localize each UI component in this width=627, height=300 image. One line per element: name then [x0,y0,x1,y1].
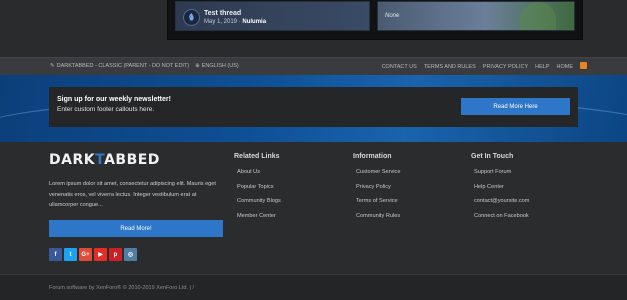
nav-link-help[interactable]: HELP [535,64,549,70]
avatar [183,9,200,26]
thread-meta: May 1, 2019 · Nulumia [204,19,266,25]
copyright-bar: Forum software by XenForo® © 2010-2019 X… [0,274,627,300]
nav-right: CONTACT US TERMS AND RULES PRIVACY POLIC… [382,62,587,70]
pinterest-icon[interactable]: p [109,248,122,261]
footer-link[interactable]: Community Rules [353,213,400,228]
nav-link-home[interactable]: HOME [557,64,574,70]
related-links-column: Related Links About Us Popular Topics Co… [234,153,281,227]
newsletter-title: Sign up for our weekly newsletter! [57,96,171,103]
showcase-area: Test thread May 1, 2019 · Nulumia None [0,0,627,57]
footer-link[interactable]: Help Center [471,184,529,199]
newsletter-box: Sign up for our weekly newsletter! Enter… [49,87,578,127]
footer-link[interactable]: Privacy Policy [353,184,400,199]
language-chooser[interactable]: ⊕ ENGLISH (US) [195,63,239,69]
column-title: Get In Touch [471,153,514,160]
site-logo[interactable]: DARKTABBED [49,152,160,168]
showcase-panel: Test thread May 1, 2019 · Nulumia None [167,0,583,40]
footer-link[interactable]: About Us [234,169,281,184]
thread-date: May 1, 2019 [204,19,238,25]
twitter-icon[interactable]: t [64,248,77,261]
footer-link[interactable]: Community Blogs [234,198,281,213]
footer-nav-bar: ✎ DARKTABBED - CLASSIC (PARENT - DO NOT … [0,57,627,75]
information-column: Information Customer Service Privacy Pol… [353,153,400,227]
nav-left: ✎ DARKTABBED - CLASSIC (PARENT - DO NOT … [50,63,239,69]
card-none-label: None [385,13,400,19]
flame-icon [188,13,194,21]
get-in-touch-column: Get In Touch Support Forum Help Center c… [471,153,529,227]
youtube-icon[interactable]: ▶ [94,248,107,261]
footer-link[interactable]: Support Forum [471,169,529,184]
globe-icon: ⊕ [195,63,200,69]
empty-card: None [377,1,575,31]
newsletter-banner: Sign up for our weekly newsletter! Enter… [0,75,627,142]
rss-icon[interactable] [580,62,587,69]
footer-link[interactable]: contact@yoursite.com [471,198,529,213]
nav-link-terms[interactable]: TERMS AND RULES [424,64,476,70]
nav-link-contact-us[interactable]: CONTACT US [382,64,417,70]
main-footer: DARKTABBED Lorem ipsum dolor sit amet, c… [0,142,627,274]
footer-link[interactable]: Connect on Facebook [471,213,529,228]
social-icons: f t G+ ▶ p ◎ [49,248,137,261]
paintbrush-icon: ✎ [50,63,55,69]
logo-text-dark: DARK [49,152,96,168]
facebook-icon[interactable]: f [49,248,62,261]
card-decoration [520,2,556,30]
newsletter-subtitle: Enter custom footer callouts here. [57,106,155,113]
logo-text-t: T [95,152,105,168]
logo-text-abbed: ABBED [104,152,160,168]
thread-title[interactable]: Test thread [204,10,241,17]
copyright-text: Forum software by XenForo® © 2010-2019 X… [49,285,194,291]
thread-card[interactable]: Test thread May 1, 2019 · Nulumia [175,1,370,31]
footer-link[interactable]: Member Center [234,213,281,228]
style-label: DARKTABBED - CLASSIC (PARENT - DO NOT ED… [56,63,190,69]
newsletter-button[interactable]: Read More Here [461,98,570,115]
about-text: Lorem ipsum dolor sit amet, consectetur … [49,181,216,208]
nav-link-privacy[interactable]: PRIVACY POLICY [483,64,528,70]
thread-author[interactable]: Nulumia [242,19,266,25]
read-more-button[interactable]: Read More! [49,220,223,237]
style-chooser[interactable]: ✎ DARKTABBED - CLASSIC (PARENT - DO NOT … [50,63,189,69]
footer-link[interactable]: Customer Service [353,169,400,184]
column-title: Information [353,153,392,160]
instagram-icon[interactable]: ◎ [124,248,137,261]
footer-link[interactable]: Popular Topics [234,184,281,199]
column-title: Related Links [234,153,280,160]
google-plus-icon[interactable]: G+ [79,248,92,261]
footer-link[interactable]: Terms of Service [353,198,400,213]
language-label: ENGLISH (US) [201,63,239,69]
